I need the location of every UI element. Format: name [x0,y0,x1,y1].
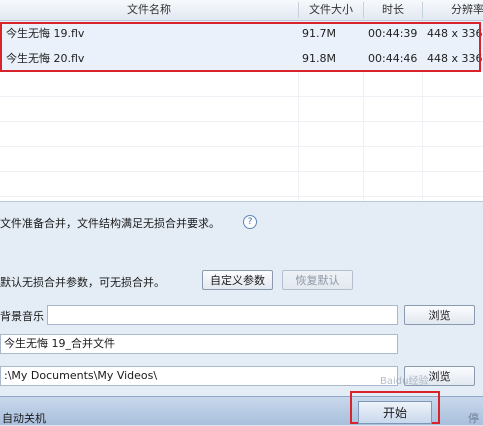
bg-music-label: 背景音乐 [0,310,44,323]
column-header-duration[interactable]: 时长 [364,0,422,20]
bg-music-input[interactable] [47,305,398,325]
column-header-name[interactable]: 文件名称 [0,0,298,20]
help-icon[interactable]: ? [243,215,257,229]
browse-music-button[interactable]: 浏览 [404,305,475,325]
empty-row [0,146,483,172]
column-header-size[interactable]: 文件大小 [299,0,363,20]
watermark: Baidu经验 [380,376,429,387]
table-header: 文件名称 文件大小 时长 分辨率 [0,0,483,21]
merge-status-text: 文件准备合并，文件结构满足无损合并要求。 [0,217,220,230]
restore-default-button[interactable]: 恢复默认 [282,270,353,290]
custom-params-button[interactable]: 自定义参数 [202,270,273,290]
output-path-input[interactable]: :\My Documents\My Videos\ [0,366,398,386]
start-button[interactable]: 开始 [358,401,432,424]
empty-row [0,121,483,147]
output-name-input[interactable]: 今生无悔 19_合并文件 [0,334,398,354]
empty-row [0,71,483,97]
empty-row [0,171,483,197]
column-header-resolution[interactable]: 分辨率 [423,0,483,20]
highlight-annotation [0,22,481,72]
empty-row [0,96,483,122]
merge-params-text: 默认无损合并参数，可无损合并。 [0,276,165,289]
